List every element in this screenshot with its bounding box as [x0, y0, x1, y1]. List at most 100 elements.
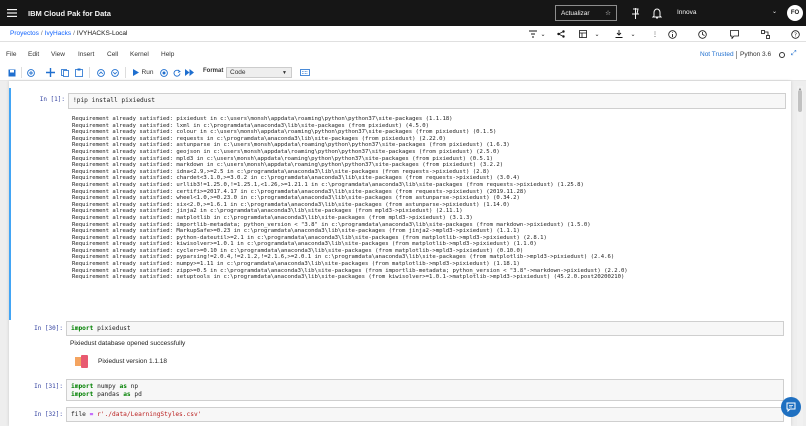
interrupt-icon[interactable]	[158, 67, 169, 78]
menu-help[interactable]: Help	[161, 51, 174, 58]
copy-icon[interactable]	[59, 67, 70, 78]
output-line: Requirement already satisfied: importlib…	[72, 221, 591, 228]
top-bar: IBM Cloud Pak for Data Actualizar ☆ Inno…	[0, 0, 806, 26]
breadcrumb-project[interactable]: IvyHacks	[45, 30, 71, 37]
output-line: Requirement already satisfied: lxml in c…	[72, 122, 429, 129]
run-button-label: Run	[141, 69, 154, 76]
notification-bell-icon[interactable]	[651, 7, 663, 19]
menu-file[interactable]: File	[6, 51, 16, 58]
cell-output-text: Pixiedust database opened successfully	[70, 340, 186, 347]
output-line: Requirement already satisfied: cycler>=0…	[72, 247, 524, 254]
avatar[interactable]: FO	[787, 5, 803, 21]
restart-run-all-icon[interactable]	[184, 67, 195, 78]
update-button[interactable]: Actualizar ☆	[555, 5, 617, 21]
code-cell[interactable]: In [32]: file = r'./data/LearningStyles.…	[9, 405, 791, 426]
scrollbar[interactable]: ▲	[797, 86, 803, 426]
cell-code-input[interactable]: import numpy as np import pandas as pd	[66, 379, 784, 401]
cut-icon[interactable]	[45, 67, 56, 78]
account-name[interactable]: Innova	[677, 9, 697, 16]
cell-code-input[interactable]: file = r'./data/LearningStyles.csv'	[66, 407, 784, 422]
code-cell[interactable]: In [31]: import numpy as np import panda…	[9, 377, 791, 403]
output-line: Requirement already satisfied: numpy>=1.…	[72, 261, 520, 268]
code-keyword: as	[123, 390, 131, 398]
cell-type-select[interactable]: Code ▼	[226, 67, 292, 78]
overflow-menu-icon[interactable]: ⋮	[650, 29, 660, 39]
run-button[interactable]: Run	[130, 67, 156, 78]
code-variable: file	[71, 411, 86, 418]
pin-icon[interactable]	[629, 7, 641, 19]
menu-kernel[interactable]: Kernel	[130, 51, 149, 58]
cell-prompt: In [31]:	[34, 383, 63, 390]
code-alias: pd	[134, 390, 142, 398]
code-keyword: import	[71, 325, 94, 332]
chevron-down-icon[interactable]: ⌄	[592, 29, 602, 39]
output-line: Requirement already satisfied: kiwisolve…	[72, 241, 537, 248]
kernel-status-icon	[779, 52, 785, 58]
output-line: Requirement already satisfied: urllib3!=…	[72, 181, 584, 188]
scrollbar-thumb[interactable]	[798, 90, 802, 112]
output-line: Requirement already satisfied: six<2.0,>…	[72, 201, 510, 208]
share-icon[interactable]	[556, 29, 566, 39]
menu-insert[interactable]: Insert	[78, 51, 94, 58]
product-brand[interactable]: IBM Cloud Pak for Data	[28, 9, 111, 18]
data-icon[interactable]	[760, 29, 770, 39]
restart-icon[interactable]	[171, 67, 182, 78]
breadcrumb-separator: /	[40, 30, 43, 37]
menu-cell[interactable]: Cell	[107, 51, 118, 58]
history-icon[interactable]	[697, 29, 707, 39]
code-cell[interactable]: In [1]: !pip install pixiedust Requireme…	[9, 88, 791, 320]
cell-code-input[interactable]: import pixiedust	[66, 321, 784, 336]
output-line: Requirement already satisfied: zipp>=0.5…	[72, 267, 628, 274]
cell-prompt: In [32]:	[34, 411, 63, 418]
filter-icon[interactable]	[528, 29, 538, 39]
cell-prompt: In [1]:	[39, 96, 65, 103]
output-line: Requirement already satisfied: jinja2 in…	[72, 208, 463, 215]
kernel-name: Python 3.6	[740, 51, 772, 58]
menu-edit[interactable]: Edit	[28, 51, 39, 58]
chevron-down-icon[interactable]: ⌄	[772, 8, 777, 15]
breadcrumb-projects[interactable]: Proyectos	[10, 30, 39, 37]
help-icon[interactable]: ?	[790, 29, 800, 39]
code-alias: np	[130, 383, 139, 390]
breadcrumb: Proyectos / IvyHacks / IVYHACKS-Local	[10, 30, 127, 37]
keyboard-icon[interactable]	[299, 67, 311, 78]
insert-cell-icon[interactable]	[25, 67, 36, 78]
output-line: Requirement already satisfied: MarkupSaf…	[72, 228, 520, 235]
menu-view[interactable]: View	[51, 51, 65, 58]
output-line: Requirement already satisfied: wheel<1.0…	[72, 195, 520, 202]
divider	[21, 67, 22, 78]
breadcrumb-separator: /	[73, 30, 75, 37]
code-keyword: as	[119, 383, 127, 390]
download-icon[interactable]	[614, 29, 624, 39]
output-line: Requirement already satisfied: python-da…	[72, 234, 547, 241]
divider	[736, 51, 737, 59]
code-string: r'./data/LearningStyles.csv'	[97, 411, 202, 418]
comments-icon[interactable]	[729, 29, 739, 39]
trust-status[interactable]: Not Trusted	[700, 51, 734, 58]
move-up-icon[interactable]	[95, 67, 106, 78]
chevron-down-icon[interactable]: ⌄	[538, 29, 548, 39]
expand-icon[interactable]: ⤢	[791, 50, 797, 58]
chevron-down-icon[interactable]: ⌄	[628, 29, 638, 39]
code-keyword: import	[71, 383, 94, 390]
paste-icon[interactable]	[73, 67, 84, 78]
output-line: Requirement already satisfied: geojson i…	[72, 148, 500, 155]
play-icon	[132, 69, 139, 76]
code-line: !pip install pixiedust	[73, 97, 155, 104]
save-icon[interactable]	[6, 67, 17, 78]
cell-prompt: In [30]:	[34, 325, 63, 332]
svg-text:?: ?	[794, 32, 797, 38]
chat-icon	[786, 402, 796, 412]
output-line: Requirement already satisfied: astunpars…	[72, 142, 510, 149]
info-icon[interactable]	[667, 29, 677, 39]
versions-icon[interactable]	[578, 29, 588, 39]
chat-button[interactable]	[781, 397, 801, 417]
move-down-icon[interactable]	[109, 67, 120, 78]
code-cell[interactable]: In [30]: import pixiedust Pixiedust data…	[9, 319, 791, 371]
cell-code-input[interactable]: !pip install pixiedust	[68, 93, 786, 109]
notebook-menu-bar: File Edit View Insert Cell Kernel Help N…	[0, 48, 806, 62]
code-module: pixiedust	[97, 325, 131, 332]
output-line: Requirement already satisfied: setuptool…	[72, 274, 625, 281]
update-button-label: Actualizar	[561, 9, 590, 17]
hamburger-menu-icon[interactable]	[0, 9, 24, 17]
